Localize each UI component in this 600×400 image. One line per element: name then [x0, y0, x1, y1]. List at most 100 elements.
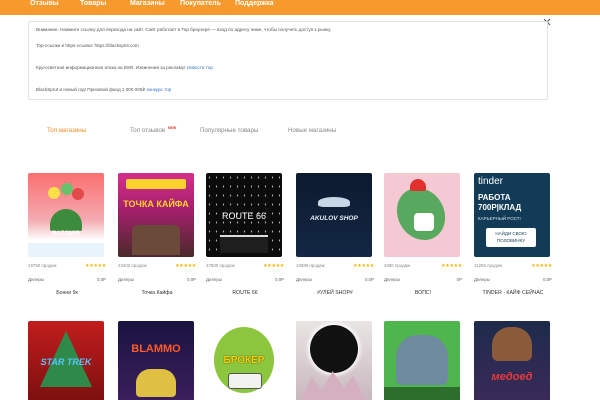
thumbnail-label: BLAMMO — [131, 343, 181, 355]
nav-item-buyer[interactable]: Покупатель — [180, 0, 221, 8]
bomb-icon — [136, 369, 176, 397]
badger-icon — [492, 327, 532, 361]
santa-hat-icon — [410, 179, 426, 191]
rating-stars-icon: ★★★★★ — [441, 263, 462, 269]
shop-category: Дилеры — [28, 277, 45, 282]
shop-price: 0,0Р — [186, 277, 196, 282]
thumbnail-label: RAZOMIR — [52, 231, 80, 237]
rating-stars-icon: ★★★★★ — [263, 263, 284, 269]
balloon-red-icon — [72, 188, 84, 200]
rating-stars-icon: ★★★★★ — [85, 263, 106, 269]
thumbnail-label: БРОКЕР — [223, 355, 265, 366]
crystals-icon — [302, 371, 366, 400]
tab-top-reviews-label: Топ отзывов — [130, 127, 166, 134]
shop-category: Дилеры — [474, 277, 491, 282]
thumbnail-label: ТОЧКА КАЙФА — [123, 199, 189, 209]
thumbnail-label: AKULOV SHOP — [310, 215, 358, 222]
notice-line-4: BlackSprut и новый год! Призовой фонд 1 … — [36, 87, 171, 93]
tab-popular-products[interactable]: Популярные товары — [200, 126, 258, 136]
shop-name[interactable]: TINDER - КАЙФ СЕЙЧАС — [474, 289, 552, 297]
shop-price: 0,0Р — [96, 277, 106, 282]
notice-line-3-text: Кругосветная информационная атака на BSR… — [36, 65, 186, 70]
shop-name[interactable]: ВОПС! — [384, 289, 462, 297]
shop-thumbnail[interactable]: ROUTE 66 — [206, 173, 282, 257]
tinder-line-3: КАРЬЕРНЫЙ РОСТ! — [478, 216, 521, 221]
shop-price: 0,0Р — [364, 277, 374, 282]
sales-count: 23402 продаж ★★★★★ — [118, 262, 196, 270]
shop-thumbnail[interactable]: tinder РАБОТА 700Р|КЛАД КАРЬЕРНЫЙ РОСТ! … — [474, 173, 550, 257]
tab-new-shops[interactable]: Новые магазины — [288, 126, 336, 136]
notice-line-4-text: BlackSprut и новый год! Призовой фонд 1 … — [36, 87, 146, 92]
tab-top-shops[interactable]: Топ магазины — [47, 126, 86, 136]
shop-name[interactable]: ROUTE 66 — [206, 289, 284, 297]
cat-character-icon — [396, 335, 448, 385]
ground-strip — [384, 387, 460, 400]
tinder-logo: tinder — [478, 176, 504, 187]
shop-thumbnail[interactable]: ТОЧКА КАЙФА — [118, 173, 194, 257]
sales-count: 37800 продаж ★★★★★ — [206, 262, 284, 270]
nav-item-shops[interactable]: Магазины — [130, 0, 165, 8]
sales-count-text: 11255 продаж — [474, 263, 503, 268]
balloon-yellow-icon — [48, 187, 60, 199]
shop-thumbnail[interactable]: AKULOV SHOP — [296, 173, 372, 257]
thumbnail-label: STAR TREK — [40, 357, 92, 367]
banner-strip — [126, 179, 186, 189]
sales-count-text: 19790 продаж — [28, 263, 57, 268]
shop-thumbnail[interactable]: медоед — [474, 321, 550, 400]
shop-thumbnail[interactable]: RAZOMIR — [28, 173, 104, 257]
sales-count-text: 37800 продаж — [206, 263, 235, 268]
price-line: Дилеры 0Р — [384, 276, 462, 284]
building-icon — [132, 225, 180, 255]
shop-category: Дилеры — [384, 277, 401, 282]
price-line: Дилеры 0,0Р — [206, 276, 284, 284]
shop-thumbnail[interactable]: BLAMMO — [118, 321, 194, 400]
notice-line-3: Кругосветная информационная атака на BSR… — [36, 65, 213, 71]
price-line: Дилеры 0,0Р — [118, 276, 196, 284]
sales-count: 11255 продаж ★★★★★ — [474, 262, 552, 270]
shop-name[interactable]: Бонни 9к — [28, 289, 106, 297]
eclipse-icon — [310, 325, 358, 373]
top-nav-bar: Отзывы Товары Магазины Покупатель Поддер… — [0, 0, 600, 15]
shop-price: 0,0Р — [274, 277, 284, 282]
sales-count-text: 4080 продаж — [384, 263, 411, 268]
shark-icon — [318, 197, 350, 207]
new-badge: NEW — [168, 126, 177, 130]
sales-count-text: 10089 продаж — [296, 263, 325, 268]
shop-thumbnail[interactable] — [296, 321, 372, 400]
sales-count: 10089 продаж ★★★★★ — [296, 262, 374, 270]
thumbnail-label: медоед — [491, 371, 533, 383]
price-line: Дилеры 0,0Р — [474, 276, 552, 284]
snow-ground — [28, 243, 104, 257]
beard-icon — [414, 213, 434, 231]
rooftop-icon — [220, 235, 268, 253]
shop-thumbnail[interactable] — [384, 321, 460, 400]
tinder-cta-box: НАЙДИ СВОЮ ПОЛОВИНКУ — [486, 228, 536, 247]
sales-count: 19790 продаж ★★★★★ — [28, 262, 106, 270]
notice-line-2: Тор-ссылки и https-ссылки: https://black… — [36, 43, 139, 48]
thumbnail-label: ROUTE 66 — [221, 211, 266, 221]
rating-stars-icon: ★★★★★ — [175, 263, 196, 269]
nav-item-reviews[interactable]: Отзывы — [30, 0, 59, 8]
tree-icon — [50, 209, 82, 231]
shop-price: 0Р — [456, 277, 462, 282]
shop-thumbnail[interactable]: STAR TREK — [28, 321, 104, 400]
price-line: Дилеры 0,0Р — [296, 276, 374, 284]
tab-top-reviews[interactable]: Топ отзывов NEW — [130, 126, 176, 136]
rating-stars-icon: ★★★★★ — [353, 263, 374, 269]
nav-item-support[interactable]: Поддержка — [235, 0, 274, 8]
shop-thumbnail[interactable]: БРОКЕР — [206, 321, 282, 400]
nav-item-products[interactable]: Товары — [80, 0, 106, 8]
notice-box: Внимание. Нажмите ссылку для перехода на… — [28, 21, 548, 100]
shop-name[interactable]: Точка Кайфа — [118, 289, 196, 297]
notice-contest-link[interactable]: конкурс тор — [147, 87, 172, 92]
shop-name[interactable]: #УЛЕЙ SHOP# — [296, 289, 374, 297]
tinder-line-1: РАБОТА — [478, 193, 511, 202]
tinder-line-2: 700Р|КЛАД — [478, 203, 522, 212]
notice-news-link[interactable]: Новости тор — [187, 65, 213, 70]
shop-price: 0,0Р — [542, 277, 552, 282]
shop-category: Дилеры — [206, 277, 223, 282]
rating-stars-icon: ★★★★★ — [531, 263, 552, 269]
shop-category: Дилеры — [296, 277, 313, 282]
shop-category: Дилеры — [118, 277, 135, 282]
shop-thumbnail[interactable] — [384, 173, 460, 257]
